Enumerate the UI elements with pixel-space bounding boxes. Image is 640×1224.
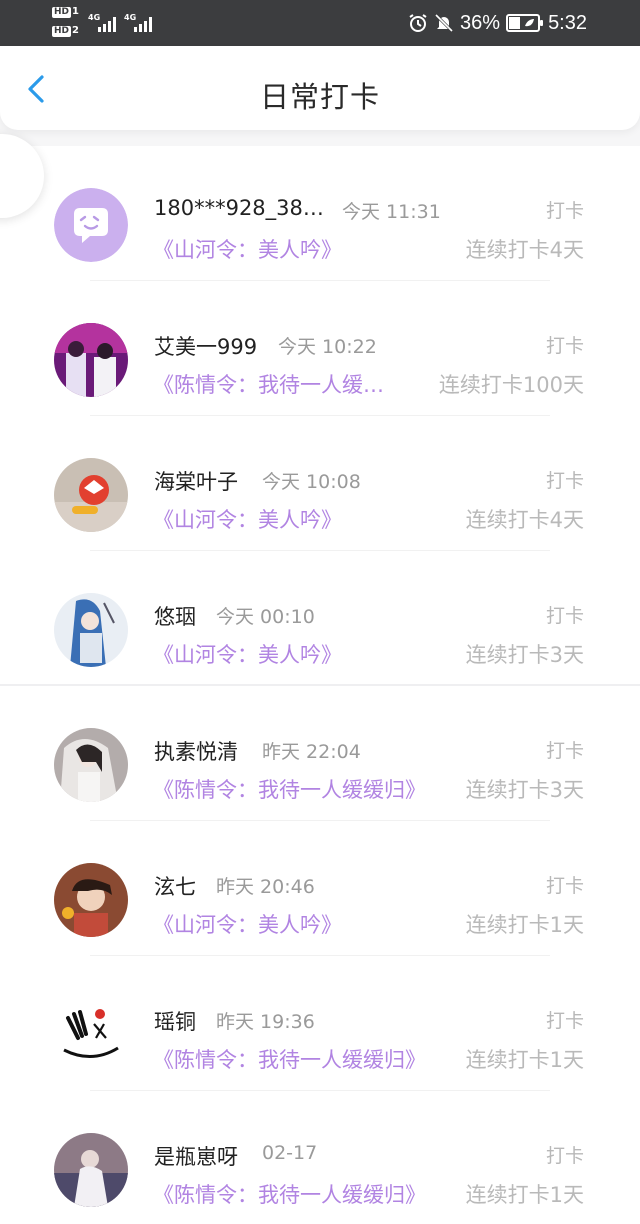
avatar[interactable]	[54, 323, 128, 397]
clock: 5:32	[548, 12, 587, 34]
user-name[interactable]: 180***928_38…	[154, 196, 324, 220]
streak-count: 连续打卡4天	[465, 238, 584, 262]
song-title[interactable]: 《陈情令：我待一人缓缓归》	[153, 774, 426, 804]
user-photo	[54, 1133, 128, 1207]
hd-badge-1: HD	[52, 7, 72, 18]
streak-count: 连续打卡3天	[465, 643, 584, 667]
sim-2-number: 2	[72, 25, 79, 36]
battery-icon	[506, 14, 543, 32]
status-icons: 36%	[408, 0, 543, 46]
checkin-time: 今天 10:08	[262, 471, 361, 493]
avatar[interactable]	[54, 863, 128, 937]
avatar[interactable]	[54, 458, 128, 532]
user-name[interactable]: 瑶铜	[154, 1006, 196, 1036]
checkin-tag: 打卡	[545, 335, 584, 357]
user-name[interactable]: 海棠叶子	[154, 466, 238, 496]
avatar[interactable]	[54, 728, 128, 802]
user-photo	[54, 593, 128, 667]
signal-1-icon	[98, 16, 116, 32]
checkin-time: 昨天 19:36	[216, 1011, 315, 1033]
user-logo	[54, 998, 128, 1072]
checkin-tag: 打卡	[545, 470, 584, 492]
checkin-time: 02-17	[262, 1142, 318, 1164]
checkin-tag: 打卡	[545, 200, 584, 222]
mute-bell-icon	[434, 13, 454, 33]
avatar[interactable]	[54, 188, 128, 262]
song-title[interactable]: 《山河令：美人吟》	[153, 504, 342, 534]
user-photo	[54, 323, 128, 397]
list-item[interactable]: 瑶铜 昨天 19:36 打卡 《陈情令：我待一人缓缓归》 连续打卡1天	[0, 956, 640, 1091]
user-name[interactable]: 泫七	[154, 871, 196, 901]
signal-2-icon	[134, 16, 152, 32]
checkin-time: 昨天 20:46	[216, 876, 315, 898]
user-name[interactable]: 悠珚	[154, 601, 196, 631]
checkin-time: 今天 11:31	[342, 201, 441, 223]
page-title: 日常打卡	[259, 80, 380, 114]
list-item[interactable]: 180***928_38… 今天 11:31 打卡 《山河令：美人吟》 连续打卡…	[0, 146, 640, 281]
user-name[interactable]: 艾美一999	[154, 331, 257, 361]
checkin-list: 180***928_38… 今天 11:31 打卡 《山河令：美人吟》 连续打卡…	[0, 146, 640, 1224]
list-item[interactable]: 泫七 昨天 20:46 打卡 《山河令：美人吟》 连续打卡1天	[0, 821, 640, 956]
streak-count: 连续打卡3天	[465, 778, 584, 802]
streak-count: 连续打卡1天	[465, 1048, 584, 1072]
messenger-bubble-icon	[54, 188, 128, 262]
checkin-time: 今天 10:22	[278, 336, 377, 358]
avatar[interactable]	[54, 998, 128, 1072]
user-name[interactable]: 执素悦清	[154, 736, 238, 766]
checkin-tag: 打卡	[545, 1010, 584, 1032]
streak-count: 连续打卡1天	[465, 913, 584, 937]
user-name[interactable]: 是瓶崽呀	[154, 1141, 238, 1171]
list-item[interactable]: 执素悦清 昨天 22:04 打卡 《陈情令：我待一人缓缓归》 连续打卡3天	[0, 686, 640, 821]
alarm-icon	[409, 14, 427, 32]
checkin-tag: 打卡	[545, 740, 584, 762]
song-title[interactable]: 《陈情令：我待一人缓缓归》	[153, 1044, 426, 1074]
checkin-tag: 打卡	[545, 605, 584, 627]
checkin-time: 今天 00:10	[216, 606, 315, 628]
checkin-tag: 打卡	[545, 1145, 584, 1167]
list-item[interactable]: 艾美一999 今天 10:22 打卡 《陈情令：我待一人缓… 连续打卡100天	[0, 281, 640, 416]
list-item[interactable]: 悠珚 今天 00:10 打卡 《山河令：美人吟》 连续打卡3天	[0, 551, 640, 686]
song-title[interactable]: 《陈情令：我待一人缓…	[153, 369, 384, 399]
song-title[interactable]: 《山河令：美人吟》	[153, 639, 342, 669]
song-title[interactable]: 《陈情令：我待一人缓缓归》	[153, 1179, 426, 1209]
user-photo	[54, 863, 128, 937]
list-item[interactable]: 海棠叶子 今天 10:08 打卡 《山河令：美人吟》 连续打卡4天	[0, 416, 640, 551]
hd-badge-2: HD	[52, 26, 72, 37]
streak-count: 连续打卡4天	[465, 508, 584, 532]
checkin-tag: 打卡	[545, 875, 584, 897]
streak-count: 连续打卡100天	[438, 373, 584, 397]
checkin-time: 昨天 22:04	[262, 741, 361, 763]
avatar[interactable]	[54, 1133, 128, 1207]
top-navigation-bar: 日常打卡	[0, 46, 640, 130]
list-item[interactable]: 是瓶崽呀 02-17 打卡 《陈情令：我待一人缓缓归》 连续打卡1天	[0, 1091, 640, 1224]
battery-percent: 36%	[459, 11, 500, 34]
status-bar: HD 1 HD 2 4G 4G 36% 5:32	[0, 0, 640, 46]
sim-1-number: 1	[72, 6, 79, 17]
song-title[interactable]: 《山河令：美人吟》	[153, 234, 342, 264]
song-title[interactable]: 《山河令：美人吟》	[153, 909, 342, 939]
streak-count: 连续打卡1天	[465, 1183, 584, 1207]
signal-group: HD 1 HD 2 4G 4G	[52, 6, 162, 40]
user-photo	[54, 728, 128, 802]
avatar[interactable]	[54, 593, 128, 667]
user-photo	[54, 458, 128, 532]
